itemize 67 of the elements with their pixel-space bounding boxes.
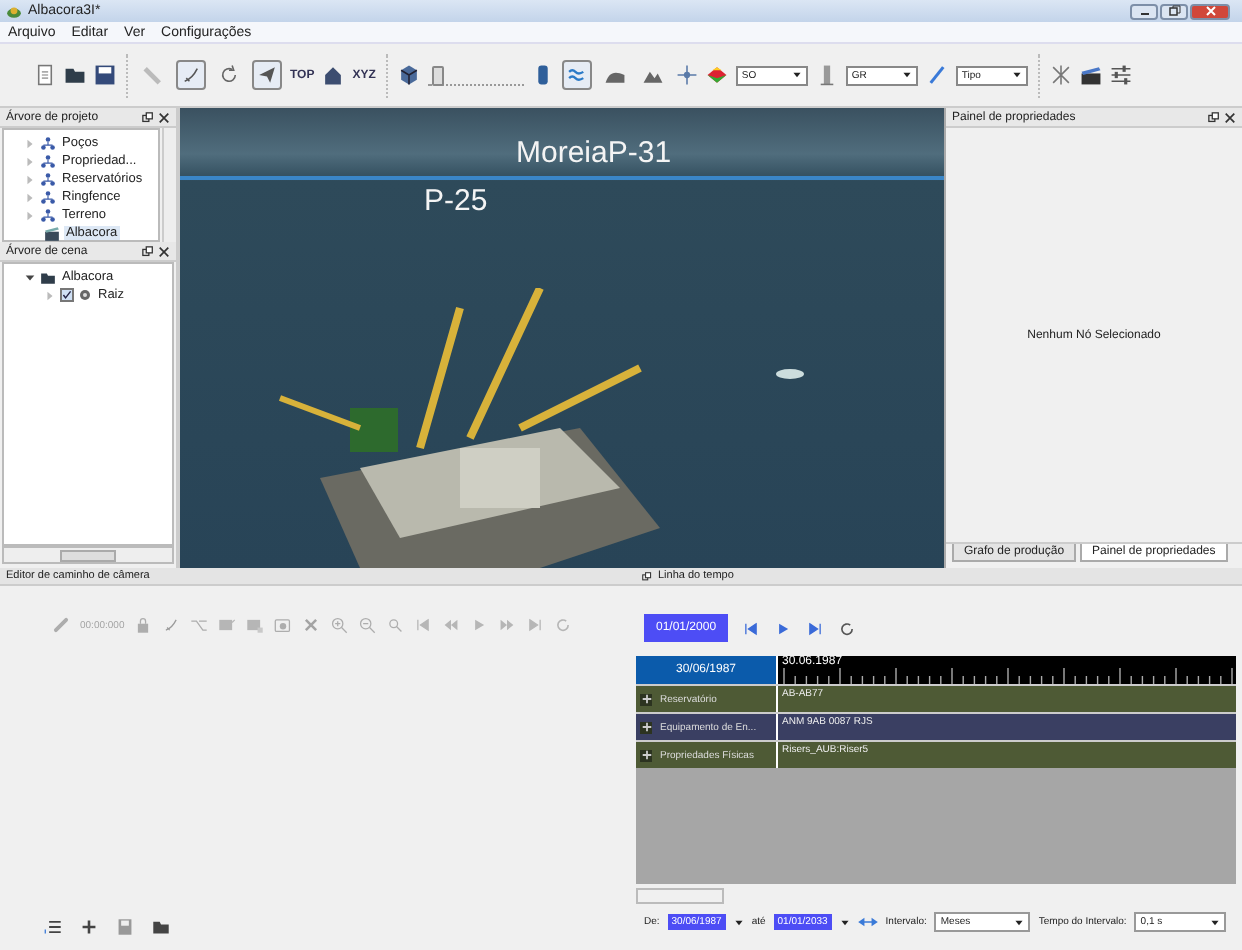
- close-icon: [1203, 4, 1217, 18]
- minimize-button[interactable]: [1130, 3, 1158, 19]
- 3d-viewport[interactable]: MoreiaP-31 P-25: [180, 108, 944, 568]
- slider-track[interactable]: [427, 64, 524, 86]
- check-icon: [62, 290, 72, 300]
- close-icon[interactable]: [1224, 111, 1236, 123]
- folder-icon[interactable]: [64, 64, 86, 86]
- plane-button[interactable]: [252, 60, 282, 90]
- ruler-icon: [142, 64, 164, 86]
- plus-icon: [641, 694, 651, 704]
- plus-icon: [641, 722, 651, 732]
- double-arrow-icon: [857, 912, 878, 932]
- caret-icon: [791, 70, 802, 80]
- checkbox[interactable]: [60, 288, 74, 302]
- waves-button[interactable]: [561, 60, 592, 90]
- refresh-icon[interactable]: [838, 619, 857, 637]
- folder-icon: [40, 269, 56, 285]
- undock-icon[interactable]: [642, 571, 652, 581]
- cube-icon[interactable]: [397, 64, 420, 86]
- expand-button[interactable]: [640, 693, 652, 705]
- clapboard-icon: [44, 225, 60, 241]
- caret-icon[interactable]: [839, 917, 850, 927]
- clapboard-icon[interactable]: [1079, 64, 1102, 86]
- pen-icon[interactable]: [925, 64, 948, 86]
- caret-icon: [901, 70, 912, 80]
- expander-triangle-icon[interactable]: [24, 271, 36, 283]
- curve-icon: [180, 64, 202, 86]
- color-map-icon[interactable]: [705, 64, 728, 86]
- plane-icon: [256, 64, 278, 86]
- rotate-icon: [218, 64, 240, 86]
- close-icon[interactable]: [158, 245, 170, 257]
- caret-icon: [1011, 70, 1022, 80]
- restore-button[interactable]: [1160, 3, 1188, 19]
- app-logo-icon: [6, 3, 22, 19]
- sparkle-icon[interactable]: [675, 64, 698, 86]
- close-button[interactable]: [1190, 3, 1230, 19]
- list-icon[interactable]: [44, 918, 62, 936]
- caret-icon: [1210, 917, 1221, 927]
- plus-icon[interactable]: [80, 918, 98, 936]
- gear-icon: [78, 288, 92, 302]
- folder-icon[interactable]: [152, 918, 170, 936]
- close-icon[interactable]: [158, 111, 170, 123]
- scene-label: P-25: [424, 184, 488, 218]
- tower-icon[interactable]: [815, 64, 838, 86]
- scrollbar[interactable]: [636, 888, 724, 904]
- house-icon[interactable]: [322, 64, 345, 86]
- document-icon[interactable]: [34, 64, 56, 86]
- caret-icon[interactable]: [733, 917, 744, 927]
- undock-icon[interactable]: [142, 245, 154, 257]
- skip-start-icon[interactable]: [742, 619, 761, 637]
- restore-icon: [1167, 4, 1181, 18]
- expand-button[interactable]: [640, 749, 652, 761]
- scene-label: MoreiaP-31: [516, 136, 672, 170]
- undock-icon[interactable]: [1208, 111, 1220, 123]
- play-icon[interactable]: [774, 619, 793, 637]
- sliders-icon[interactable]: [1109, 64, 1132, 86]
- waves-icon: [565, 64, 588, 86]
- network-icon[interactable]: [1049, 64, 1072, 86]
- slider-thumb[interactable]: [431, 66, 444, 86]
- boat-drawing: [776, 368, 804, 380]
- caret-icon: [1014, 917, 1025, 927]
- expand-button[interactable]: [640, 721, 652, 733]
- scrollbar[interactable]: [2, 546, 174, 564]
- skip-end-icon[interactable]: [806, 619, 825, 637]
- curve-button[interactable]: [176, 60, 206, 90]
- plus-icon: [641, 750, 651, 760]
- undock-icon[interactable]: [142, 111, 154, 123]
